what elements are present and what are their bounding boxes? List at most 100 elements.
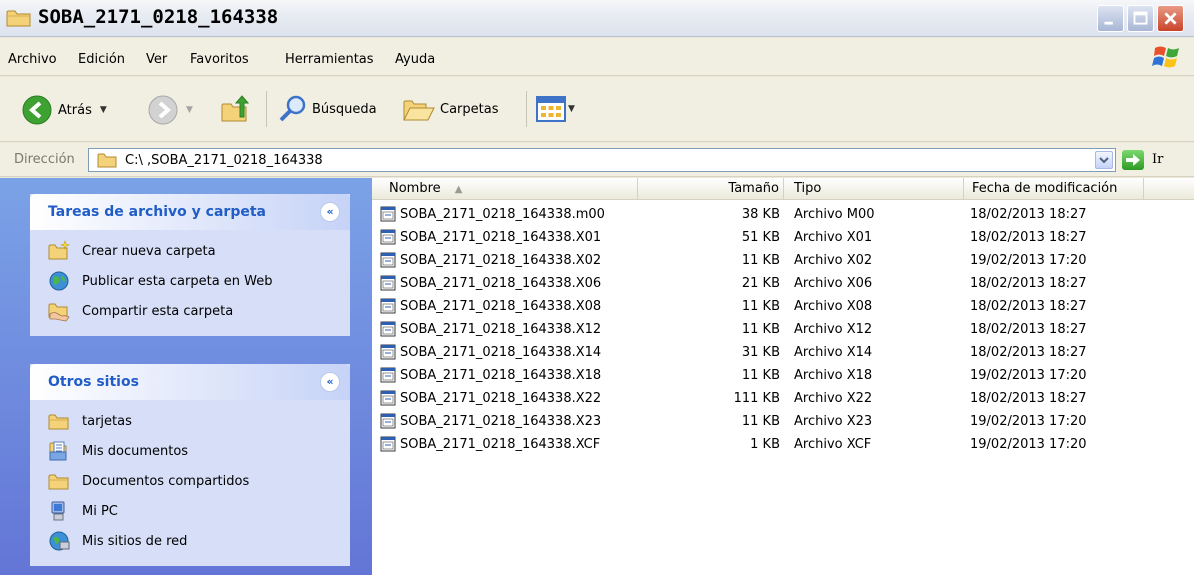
file-size: 11 KB [741,299,780,314]
minimize-button[interactable] [1097,5,1124,32]
maximize-icon [1133,11,1148,25]
file-row[interactable]: SOBA_2171_0218_164338.X14 31 KB Archivo X1… [372,341,1194,364]
file-type: Archivo X08 [794,299,873,314]
file-type: Archivo X02 [794,253,873,268]
folders-icon [403,100,435,121]
file-date: 18/02/2013 18:27 [970,345,1087,360]
collapse-icon[interactable]: « [320,372,340,392]
file-row[interactable]: SOBA_2171_0218_164338.X08 11 KB Archivo X0… [372,295,1194,318]
column-date[interactable]: Fecha de modificación [964,178,1144,200]
folder-icon [97,153,117,168]
go-button[interactable] [1122,150,1144,170]
file-size: 11 KB [741,253,780,268]
place-tarjetas[interactable]: tarjetas [30,406,350,436]
file-date: 19/02/2013 17:20 [970,368,1087,383]
file-date: 19/02/2013 17:20 [970,437,1087,452]
views-icon [536,96,566,122]
file-row[interactable]: SOBA_2171_0218_164338.X18 11 KB Archivo X1… [372,364,1194,387]
file-date: 18/02/2013 18:27 [970,230,1087,245]
file-row[interactable]: SOBA_2171_0218_164338.X06 21 KB Archivo X0… [372,272,1194,295]
place-network[interactable]: Mis sitios de red [30,526,350,556]
address-path: C:\ ,SOBA_2171_0218_164338 [125,153,323,168]
toolbar-separator [266,91,267,127]
menu-archivo[interactable]: Archivo [8,52,57,67]
file-row[interactable]: SOBA_2171_0218_164338.X12 11 KB Archivo X1… [372,318,1194,341]
go-label[interactable]: Ir [1152,152,1163,167]
column-name[interactable]: Nombre ▲ [372,178,638,200]
task-share-folder[interactable]: Compartir esta carpeta [30,296,350,326]
title-bar[interactable]: SOBA_2171_0218_164338 [0,0,1194,37]
up-folder-button[interactable] [220,93,252,125]
task-publish-web[interactable]: Publicar esta carpeta en Web [30,266,350,296]
close-button[interactable] [1157,5,1184,32]
column-size[interactable]: Tamaño [638,178,784,200]
toolbar-separator [526,91,527,127]
task-new-folder[interactable]: Crear nueva carpeta [30,236,350,266]
collapse-icon[interactable]: « [320,202,340,222]
sort-ascending-icon: ▲ [454,184,463,195]
views-button[interactable]: ▼ [536,95,575,123]
menu-ayuda[interactable]: Ayuda [395,52,435,67]
file-row[interactable]: SOBA_2171_0218_164338.X22 111 KB Archivo X… [372,387,1194,410]
task-label: Compartir esta carpeta [82,303,234,319]
file-size: 111 KB [733,391,780,406]
place-my-computer[interactable]: Mi PC [30,496,350,526]
address-input[interactable]: C:\ ,SOBA_2171_0218_164338 [88,148,1116,172]
file-row[interactable]: SOBA_2171_0218_164338.X01 51 KB Archivo X0… [372,226,1194,249]
place-label: tarjetas [82,413,132,429]
new-folder-icon [48,240,70,260]
file-rows: SOBA_2171_0218_164338.m00 38 KB Archivo M0… [372,203,1194,456]
back-label: Atrás [58,102,92,118]
address-bar: Dirección C:\ ,SOBA_2171_0218_164338 Ir [0,143,1194,177]
place-label: Mi PC [82,503,118,519]
file-row[interactable]: SOBA_2171_0218_164338.X23 11 KB Archivo X2… [372,410,1194,433]
back-button[interactable]: Atrás ▼ [22,95,107,125]
maximize-button[interactable] [1127,5,1154,32]
column-date-label: Fecha de modificación [972,181,1118,196]
file-tasks-title: Tareas de archivo y carpeta [48,204,266,220]
search-button[interactable]: Búsqueda [278,94,377,124]
place-label: Mis sitios de red [82,533,188,549]
close-icon [1164,12,1177,25]
file-type: Archivo X18 [794,368,873,383]
forward-button[interactable]: ▼ [148,95,193,125]
file-row[interactable]: SOBA_2171_0218_164338.X02 11 KB Archivo X0… [372,249,1194,272]
share-folder-icon [48,303,70,322]
place-shared-documents[interactable]: Documentos compartidos [30,466,350,496]
menu-favoritos[interactable]: Favoritos [190,52,249,67]
other-places-header[interactable]: Otros sitios « [30,364,350,400]
folders-button[interactable]: Carpetas [402,94,498,124]
column-type[interactable]: Tipo [784,178,964,200]
search-label: Búsqueda [312,101,377,117]
file-tasks-header[interactable]: Tareas de archivo y carpeta « [30,194,350,230]
file-row[interactable]: SOBA_2171_0218_164338.m00 38 KB Archivo M0… [372,203,1194,226]
menu-bar: Archivo Edición Ver Favoritos Herramient… [0,38,1194,76]
window-title: SOBA_2171_0218_164338 [38,6,279,28]
views-dropdown-icon[interactable]: ▼ [568,104,575,114]
file-size: 11 KB [741,414,780,429]
menu-ver[interactable]: Ver [146,52,167,67]
forward-arrow-icon [148,95,178,125]
menu-herramientas[interactable]: Herramientas [285,52,374,67]
my-documents-icon [49,441,67,461]
address-label: Dirección [14,152,75,167]
folder-icon [6,10,31,27]
task-pane: Tareas de archivo y carpeta « Crear nuev… [0,178,372,575]
other-places-panel: Otros sitios « tarjetas Mis documentos D… [30,364,350,566]
menu-edicion[interactable]: Edición [78,52,125,67]
forward-dropdown-icon[interactable]: ▼ [186,105,193,115]
up-folder-icon [221,95,250,122]
place-label: Mis documentos [82,443,189,459]
file-type: Archivo X22 [794,391,873,406]
file-size: 51 KB [741,230,780,245]
address-dropdown-button[interactable] [1095,151,1113,169]
back-dropdown-icon[interactable]: ▼ [100,105,107,115]
file-date: 18/02/2013 18:27 [970,207,1087,222]
file-type: Archivo X12 [794,322,873,337]
place-my-documents[interactable]: Mis documentos [30,436,350,466]
file-type: Archivo X23 [794,414,873,429]
file-date: 18/02/2013 18:27 [970,322,1087,337]
file-size: 38 KB [741,207,780,222]
back-arrow-icon [22,95,52,125]
file-row[interactable]: SOBA_2171_0218_164338.XCF 1 KB Archivo XCF… [372,433,1194,456]
